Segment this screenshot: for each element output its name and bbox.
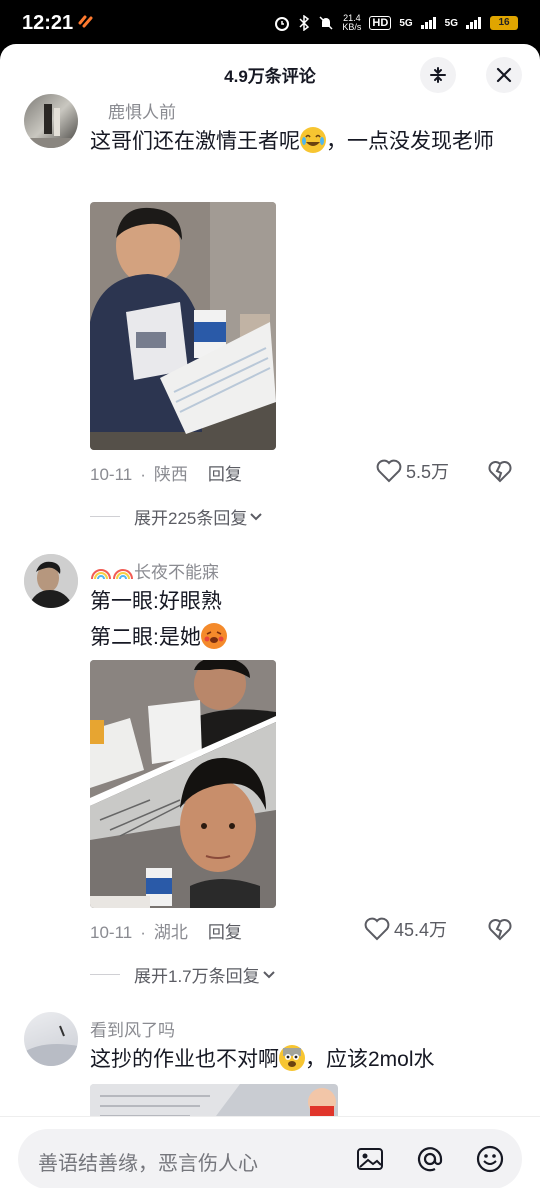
signal-bars-icon-2 <box>466 17 481 29</box>
signal-5g-1: 5G <box>399 17 413 29</box>
comment-input[interactable]: 善语结善缘，恶言伤人心 <box>18 1129 522 1188</box>
comment-text: 这哥们还在激情王者呢 ，一点没发现老师 <box>90 124 510 160</box>
comment-date: 10-11 <box>90 923 133 942</box>
bluetooth-icon <box>299 15 310 31</box>
username[interactable]: 看到风了吗 <box>90 1016 175 1041</box>
broken-heart-icon <box>488 919 512 941</box>
heart-icon <box>376 459 402 483</box>
comment-text-part: 这抄的作业也不对啊 <box>90 1048 279 1071</box>
emoji-icon <box>476 1145 504 1173</box>
meta-dot: · <box>140 923 146 942</box>
dislike-button[interactable] <box>488 918 512 947</box>
expand-replies-label: 展开225条回复 <box>134 509 248 528</box>
username-text: 长夜不能寐 <box>134 563 219 582</box>
comment-meta: 10-11 · 湖北 回复 <box>90 918 250 943</box>
expand-replies-button[interactable]: 展开1.7万条回复 <box>90 962 278 987</box>
image-icon <box>357 1148 383 1170</box>
fearful-face-emoji-icon <box>279 1045 305 1071</box>
comment-input-bar: 善语结善缘，恶言伤人心 <box>0 1116 540 1188</box>
like-count: 45.4万 <box>394 920 448 940</box>
net-speed: 21.4 KB/s <box>342 13 362 32</box>
signal-bars-icon <box>420 17 436 29</box>
comment-meta: 10-11 · 陕西 回复 <box>90 460 250 485</box>
comment-text: 第一眼:好眼熟 第二眼:是她 <box>90 584 510 656</box>
comment-location: 湖北 <box>153 923 188 942</box>
like-button[interactable]: 45.4万 <box>364 916 447 942</box>
status-bar: 12:21 21.4 KB/s HD 5G 5G 16 <box>0 0 540 44</box>
like-count: 5.5万 <box>406 462 450 482</box>
battery-indicator: 16 <box>490 16 518 30</box>
avatar[interactable] <box>24 1012 78 1066</box>
comment-count-title: 4.9万条评论 <box>224 67 316 86</box>
expand-replies-label: 展开1.7万条回复 <box>134 967 260 986</box>
status-icons: 21.4 KB/s HD 5G 5G 16 <box>274 14 518 32</box>
reply-button[interactable]: 回复 <box>208 923 242 942</box>
comment-line: 第二眼:是她 <box>90 620 510 656</box>
username[interactable]: 长夜不能寐 <box>90 558 219 583</box>
heart-icon <box>364 917 390 941</box>
comment-photo[interactable] <box>90 202 276 450</box>
status-time: 12:21 <box>22 12 74 34</box>
meta-dot: · <box>140 465 146 484</box>
username[interactable]: 鹿惧人前 <box>108 98 176 123</box>
comment-text-part: 第二眼:是她 <box>90 626 201 649</box>
image-picker-button[interactable] <box>354 1143 386 1175</box>
comment-text-part: 这哥们还在激情王者呢 <box>90 130 300 153</box>
comment-photo[interactable] <box>90 660 276 908</box>
comment-text-part: ，应该2mol水 <box>305 1048 435 1071</box>
comment-line: 第一眼:好眼熟 <box>90 590 222 613</box>
avatar[interactable] <box>24 94 78 148</box>
hd-badge: HD <box>369 16 392 30</box>
comment-text-part: ，一点没发现老师 <box>326 130 494 153</box>
rainbow-icon <box>90 564 112 580</box>
comment-date: 10-11 <box>90 465 133 484</box>
broken-heart-icon <box>488 461 512 483</box>
laugh-cry-emoji-icon <box>300 127 326 153</box>
comment-location: 陕西 <box>153 465 188 484</box>
mention-button[interactable] <box>414 1143 446 1175</box>
mute-icon <box>319 16 333 30</box>
collapse-icon <box>430 67 446 83</box>
reply-button[interactable]: 回复 <box>208 465 242 484</box>
close-button[interactable] <box>486 57 522 93</box>
alarm-icon <box>275 17 290 31</box>
expand-replies-button[interactable]: 展开225条回复 <box>90 504 265 529</box>
emoji-picker-button[interactable] <box>474 1143 506 1175</box>
sheet-header: 4.9万条评论 <box>0 44 540 104</box>
chevron-down-icon <box>250 512 263 520</box>
collapse-button[interactable] <box>420 57 456 93</box>
expand-divider <box>90 974 120 975</box>
close-icon <box>496 67 512 83</box>
rainbow-icon <box>112 564 134 580</box>
app-notification-icon <box>78 15 94 34</box>
like-button[interactable]: 5.5万 <box>376 458 449 484</box>
expand-divider <box>90 516 120 517</box>
at-icon <box>417 1147 443 1172</box>
avatar[interactable] <box>24 554 78 608</box>
comment-input-placeholder: 善语结善缘，恶言伤人心 <box>38 1153 258 1175</box>
chevron-down-icon <box>262 970 275 978</box>
blushing-face-emoji-icon <box>200 623 227 649</box>
comment-text: 这抄的作业也不对啊 ，应该2mol水 <box>90 1042 510 1078</box>
comments-sheet: 4.9万条评论 鹿惧人前 这哥们还在激情王者呢 ，一点没发现老师 10-11 ·… <box>0 44 540 1188</box>
signal-5g-2: 5G <box>444 17 458 29</box>
dislike-button[interactable] <box>488 460 512 489</box>
